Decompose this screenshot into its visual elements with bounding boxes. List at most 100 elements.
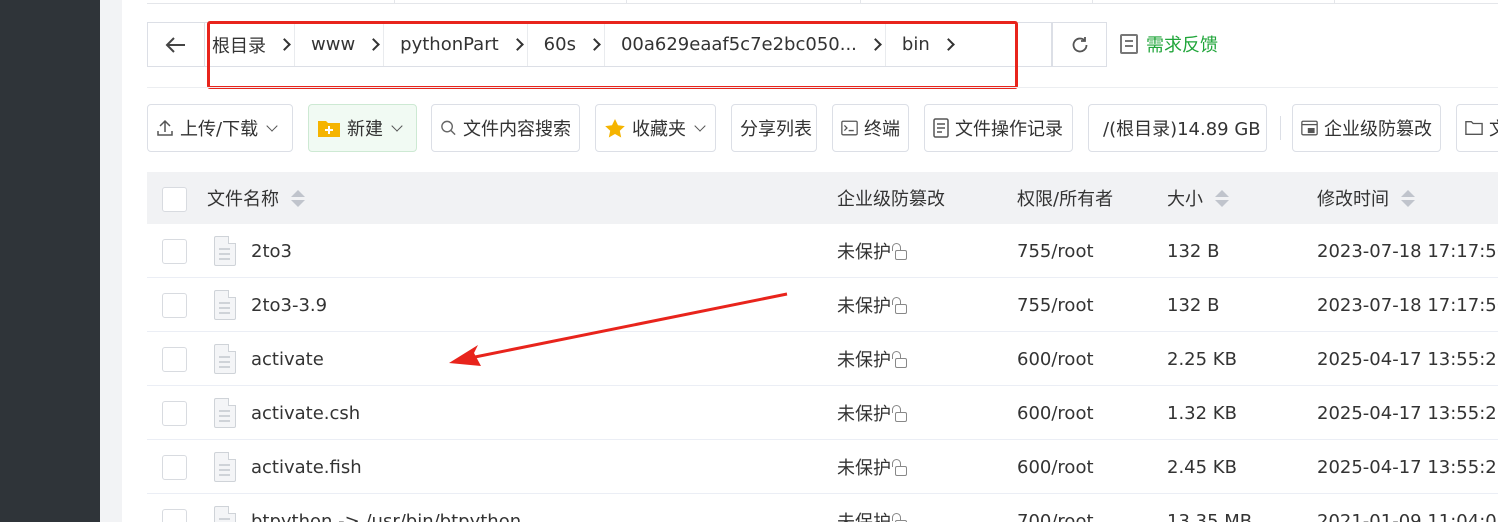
permission[interactable]: 755/root bbox=[1017, 278, 1094, 332]
share-list-label: 分享列表 bbox=[740, 119, 812, 140]
unlock-icon bbox=[892, 351, 907, 368]
upload-download-label: 上传/下载 bbox=[180, 119, 259, 140]
refresh-button[interactable] bbox=[1052, 22, 1107, 67]
terminal-icon bbox=[841, 120, 858, 136]
file-icon bbox=[214, 452, 236, 482]
tamper-protection-button[interactable]: 企业级防篡改 bbox=[1292, 104, 1441, 152]
breadcrumb-item-root[interactable]: 根目录 bbox=[212, 23, 311, 66]
file-content-search-label: 文件内容搜索 bbox=[463, 119, 571, 140]
permission[interactable]: 600/root bbox=[1017, 386, 1094, 440]
terminal-button[interactable]: 终端 bbox=[832, 104, 909, 152]
breadcrumb-item-hash[interactable]: 00a629eaaf5c7e2bc050... bbox=[621, 23, 902, 66]
favorites-button[interactable]: 收藏夹 bbox=[595, 104, 716, 152]
feedback-label: 需求反馈 bbox=[1146, 35, 1218, 56]
tab-divider bbox=[626, 0, 627, 4]
sidebar bbox=[0, 0, 100, 522]
unlock-icon bbox=[892, 459, 907, 476]
table-row[interactable]: activate.fish 未保护 600/root 2.45 KB 2025-… bbox=[147, 440, 1498, 494]
favorites-label: 收藏夹 bbox=[632, 119, 686, 140]
breadcrumb-item-60s[interactable]: 60s bbox=[544, 23, 621, 66]
row-checkbox[interactable] bbox=[162, 347, 187, 372]
modified-time: 2025-04-17 13:55:27 bbox=[1317, 402, 1498, 424]
permission[interactable]: 700/root bbox=[1017, 494, 1094, 522]
row-checkbox[interactable] bbox=[162, 509, 187, 522]
upload-icon bbox=[157, 119, 173, 136]
sort-icon[interactable] bbox=[291, 189, 305, 207]
table-row[interactable]: 2to3 未保护 755/root 132 B 2023-07-18 17:17… bbox=[147, 224, 1498, 278]
file-size: 2.45 KB bbox=[1167, 456, 1237, 478]
document-log-icon bbox=[933, 118, 949, 138]
tab-divider bbox=[1334, 0, 1335, 4]
unlock-icon bbox=[892, 297, 907, 314]
upload-download-button[interactable]: 上传/下载 bbox=[147, 104, 293, 152]
file-name[interactable]: activate bbox=[251, 332, 324, 386]
new-button[interactable]: 新建 bbox=[308, 104, 417, 152]
feedback-icon bbox=[1120, 34, 1138, 54]
file-name[interactable]: btpython -> /usr/bin/btpython bbox=[251, 494, 521, 522]
file-op-log-button[interactable]: 文件操作记录 bbox=[924, 104, 1073, 152]
modified-time: 2023-07-18 17:17:50 bbox=[1317, 240, 1498, 262]
file-size: 132 B bbox=[1167, 240, 1220, 262]
column-header-mtime[interactable]: 修改时间 bbox=[1317, 172, 1415, 224]
file-content-search-button[interactable]: 文件内容搜索 bbox=[431, 104, 580, 152]
folder-icon bbox=[1465, 121, 1483, 135]
row-checkbox[interactable] bbox=[162, 239, 187, 264]
feedback-link[interactable]: 需求反馈 bbox=[1120, 31, 1218, 57]
file-icon bbox=[214, 506, 236, 522]
table-row[interactable]: activate.csh 未保护 600/root 1.32 KB 2025-0… bbox=[147, 386, 1498, 440]
chevron-right-icon bbox=[510, 38, 524, 51]
chevron-right-icon bbox=[588, 38, 601, 51]
file-size: 1.32 KB bbox=[1167, 402, 1237, 424]
breadcrumb-item-pythonpart[interactable]: pythonPart bbox=[400, 23, 544, 66]
breadcrumb-item-www[interactable]: www bbox=[311, 23, 400, 66]
file-name[interactable]: 2to3 bbox=[251, 224, 292, 278]
file-name[interactable]: 2to3-3.9 bbox=[251, 278, 327, 332]
new-label: 新建 bbox=[347, 119, 383, 140]
row-checkbox[interactable] bbox=[162, 293, 187, 318]
table-row[interactable]: activate 未保护 600/root 2.25 KB 2025-04-17… bbox=[147, 332, 1498, 386]
table-row[interactable]: btpython -> /usr/bin/btpython 未保护 700/ro… bbox=[147, 494, 1498, 522]
disk-button[interactable]: /(根目录)14.89 GB bbox=[1088, 104, 1267, 152]
file-icon bbox=[214, 290, 236, 320]
permission[interactable]: 600/root bbox=[1017, 440, 1094, 494]
select-all-checkbox[interactable] bbox=[162, 187, 187, 212]
arrow-left-icon bbox=[165, 36, 185, 53]
table-header: 文件名称 企业级防篡改 权限/所有者 大小 修改时间 bbox=[147, 172, 1498, 224]
tab-divider bbox=[860, 0, 861, 4]
unlock-icon bbox=[892, 405, 907, 422]
tab-divider bbox=[394, 0, 395, 4]
column-header-permission: 权限/所有者 bbox=[1017, 189, 1114, 210]
sort-icon[interactable] bbox=[1215, 189, 1229, 207]
permission[interactable]: 755/root bbox=[1017, 224, 1094, 278]
search-icon bbox=[441, 120, 456, 136]
file-name[interactable]: activate.fish bbox=[251, 440, 362, 494]
breadcrumb-item-bin[interactable]: bin bbox=[902, 23, 975, 66]
table-row[interactable]: 2to3-3.9 未保护 755/root 132 B 2023-07-18 1… bbox=[147, 278, 1498, 332]
modified-time: 2025-04-17 13:55:27 bbox=[1317, 456, 1498, 478]
row-checkbox[interactable] bbox=[162, 401, 187, 426]
file-size: 13.35 MB bbox=[1167, 510, 1253, 522]
chevron-right-icon bbox=[869, 38, 882, 51]
tamper-status: 未保护 bbox=[837, 494, 907, 522]
more-toolbar-button[interactable]: 文 bbox=[1456, 104, 1498, 152]
tamper-status: 未保护 bbox=[837, 332, 907, 386]
file-icon bbox=[214, 344, 236, 374]
modified-time: 2023-07-18 17:17:50 bbox=[1317, 294, 1498, 316]
column-header-size[interactable]: 大小 bbox=[1167, 172, 1229, 224]
modified-time: 2021-01-09 11:04:03 bbox=[1317, 510, 1498, 522]
file-size: 2.25 KB bbox=[1167, 348, 1237, 370]
chevron-right-icon bbox=[941, 38, 955, 51]
file-size: 132 B bbox=[1167, 294, 1220, 316]
tamper-status: 未保护 bbox=[837, 278, 907, 332]
back-button[interactable] bbox=[147, 22, 204, 67]
permission[interactable]: 600/root bbox=[1017, 332, 1094, 386]
file-name[interactable]: activate.csh bbox=[251, 386, 360, 440]
column-header-name[interactable]: 文件名称 bbox=[207, 172, 305, 224]
row-checkbox[interactable] bbox=[162, 455, 187, 480]
share-list-button[interactable]: 分享列表 bbox=[731, 104, 817, 152]
chevron-down-icon bbox=[391, 119, 403, 132]
sort-icon[interactable] bbox=[1401, 189, 1415, 207]
tab-divider bbox=[1092, 0, 1093, 4]
chevron-right-icon bbox=[278, 38, 291, 51]
column-header-tamper: 企业级防篡改 bbox=[837, 189, 945, 210]
